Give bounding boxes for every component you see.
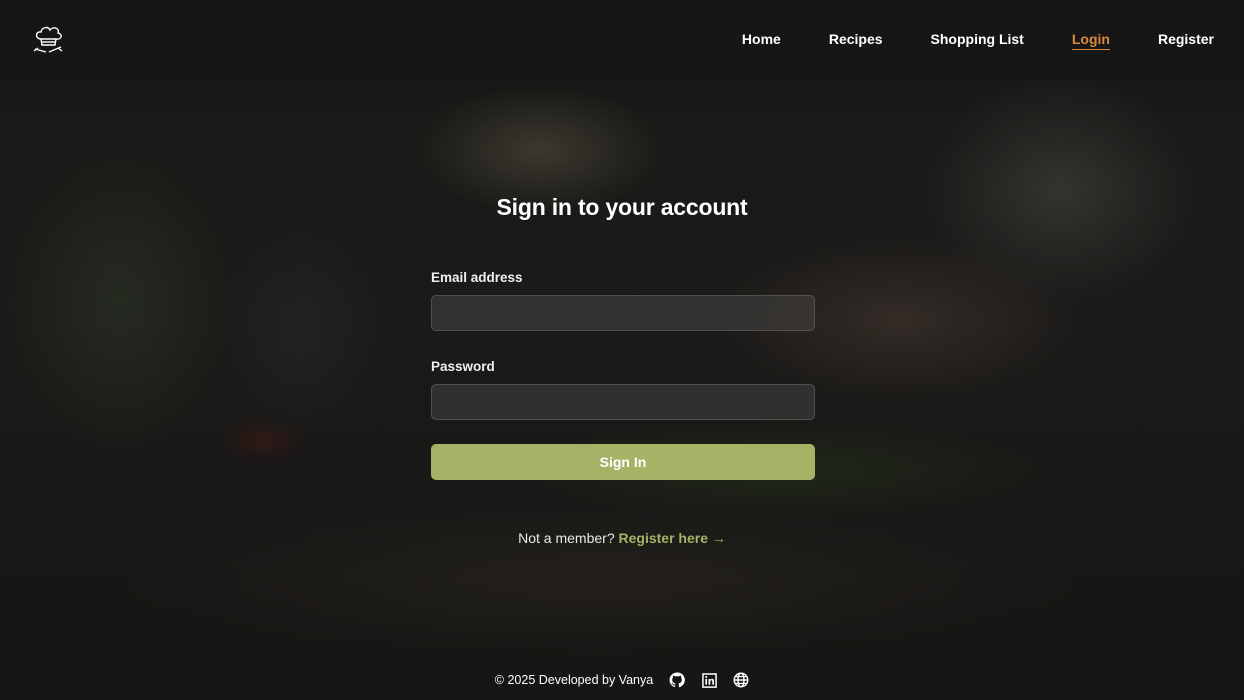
register-here-link[interactable]: Register here → [619,530,726,546]
login-form: Email address Password Sign In [431,270,815,480]
email-field-group: Email address [431,270,815,331]
password-field-group: Password [431,359,815,420]
page-title: Sign in to your account [496,194,748,220]
email-label: Email address [431,270,523,285]
footer-credit: © 2025 Developed by Vanya [494,673,654,687]
password-input[interactable] [431,384,815,420]
register-prompt: Not a member? Register here → [0,530,1244,546]
linkedin-icon[interactable] [701,672,717,688]
login-section: Sign in to your account Email address Pa… [0,80,1244,660]
nav-register[interactable]: Register [1158,31,1214,49]
email-input[interactable] [431,295,815,331]
globe-icon[interactable] [733,672,749,688]
navbar: Home Recipes Shopping List Login Registe… [0,0,1244,80]
nav-recipes[interactable]: Recipes [829,31,883,49]
github-icon[interactable] [669,672,686,688]
sign-in-button[interactable]: Sign In [431,444,815,480]
nav-login[interactable]: Login [1071,31,1110,50]
password-label: Password [431,359,495,374]
chef-hat-logo-icon[interactable] [32,25,64,55]
member-text: Not a member? [518,530,615,546]
nav-links: Home Recipes Shopping List Login Registe… [694,31,1214,50]
footer: © 2025 Developed by Vanya [0,660,1244,700]
nav-shopping-list[interactable]: Shopping List [931,31,1024,49]
nav-home[interactable]: Home [742,31,781,49]
